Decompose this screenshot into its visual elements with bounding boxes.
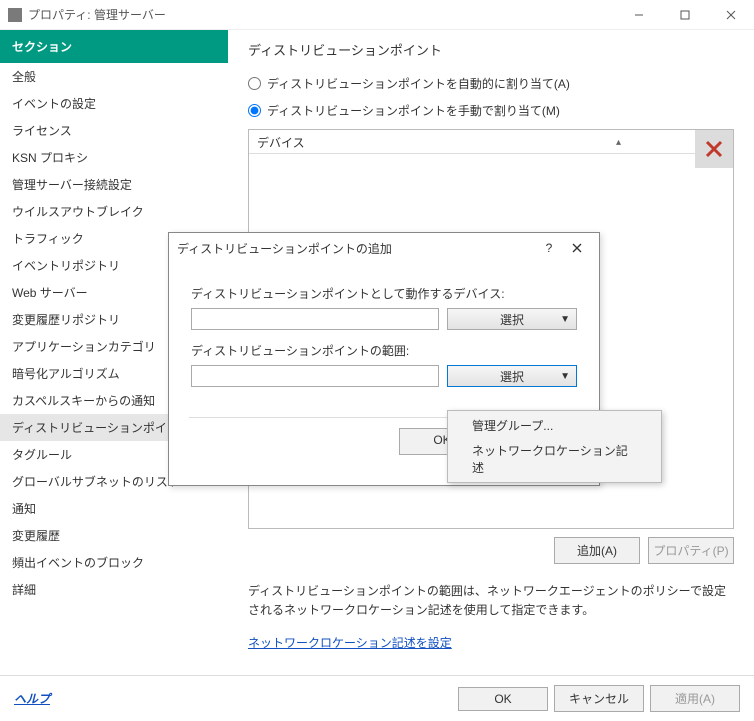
minimize-button[interactable]: [616, 0, 662, 30]
sidebar-header: セクション: [0, 30, 228, 63]
sidebar-item-19[interactable]: 詳細: [0, 576, 228, 603]
dialog-help-button[interactable]: ?: [535, 234, 563, 262]
chevron-down-icon: ▼: [560, 314, 570, 325]
list-header: デバイス ▴: [249, 130, 733, 154]
chevron-down-icon: ▼: [560, 371, 570, 382]
add-button[interactable]: 追加(A): [554, 537, 640, 564]
sidebar-item-2[interactable]: ライセンス: [0, 117, 228, 144]
apply-button: 適用(A): [650, 685, 740, 712]
app-icon: [8, 8, 22, 22]
network-location-link[interactable]: ネットワークロケーション記述を設定: [248, 634, 452, 651]
sidebar-item-1[interactable]: イベントの設定: [0, 90, 228, 117]
sidebar-item-17[interactable]: 変更履歴: [0, 522, 228, 549]
col-device[interactable]: デバイス ▴: [249, 130, 679, 155]
sidebar-item-5[interactable]: ウイルスアウトブレイク: [0, 198, 228, 225]
sidebar-item-4[interactable]: 管理サーバー接続設定: [0, 171, 228, 198]
dialog-close-button[interactable]: [563, 234, 591, 262]
col-device-label: デバイス: [257, 134, 305, 151]
scope-select-button[interactable]: 選択 ▼: [447, 365, 577, 387]
radio-auto[interactable]: ディストリビューションポイントを自動的に割り当て(A): [248, 75, 734, 92]
sidebar-item-3[interactable]: KSN プロキシ: [0, 144, 228, 171]
radio-manual-label: ディストリビューションポイントを手動で割り当て(M): [267, 102, 560, 119]
dialog-titlebar: ディストリビューションポイントの追加 ?: [169, 233, 599, 263]
scope-dropdown: 管理グループ... ネットワークロケーション記述: [447, 410, 662, 483]
scope-input[interactable]: [191, 365, 439, 387]
radio-auto-input[interactable]: [248, 77, 261, 90]
scope-select-label: 選択: [500, 368, 524, 385]
device-select-button[interactable]: 選択 ▼: [447, 308, 577, 330]
cancel-button[interactable]: キャンセル: [554, 685, 644, 712]
description-text: ディストリビューションポイントの範囲は、ネットワークエージェントのポリシーで設定…: [248, 582, 734, 620]
dialog-body: ディストリビューションポイントとして動作するデバイス: 選択 ▼ ディストリビュ…: [169, 263, 599, 397]
titlebar: プロパティ: 管理サーバー: [0, 0, 754, 30]
maximize-button[interactable]: [662, 0, 708, 30]
list-buttons: 追加(A) プロパティ(P): [248, 537, 734, 564]
footer: ヘルプ OK キャンセル 適用(A): [0, 675, 754, 721]
window-title: プロパティ: 管理サーバー: [28, 6, 616, 23]
label-device: ディストリビューションポイントとして動作するデバイス:: [191, 285, 577, 302]
properties-button: プロパティ(P): [648, 537, 734, 564]
radio-manual-input[interactable]: [248, 104, 261, 117]
ok-button[interactable]: OK: [458, 687, 548, 711]
sidebar-item-16[interactable]: 通知: [0, 495, 228, 522]
device-select-label: 選択: [500, 311, 524, 328]
dropdown-item-admin-group[interactable]: 管理グループ...: [450, 413, 659, 438]
content-title: ディストリビューションポイント: [248, 40, 734, 59]
label-scope: ディストリビューションポイントの範囲:: [191, 342, 577, 359]
sort-asc-icon: ▴: [616, 137, 671, 148]
dialog-title: ディストリビューションポイントの追加: [177, 240, 535, 257]
sidebar-item-0[interactable]: 全般: [0, 63, 228, 90]
sidebar-item-18[interactable]: 頻出イベントのブロック: [0, 549, 228, 576]
remove-button[interactable]: [695, 130, 733, 168]
radio-manual[interactable]: ディストリビューションポイントを手動で割り当て(M): [248, 102, 734, 119]
close-button[interactable]: [708, 0, 754, 30]
device-input[interactable]: [191, 308, 439, 330]
help-link[interactable]: ヘルプ: [14, 690, 50, 707]
dropdown-item-network-location[interactable]: ネットワークロケーション記述: [450, 438, 659, 480]
radio-auto-label: ディストリビューションポイントを自動的に割り当て(A): [267, 75, 570, 92]
